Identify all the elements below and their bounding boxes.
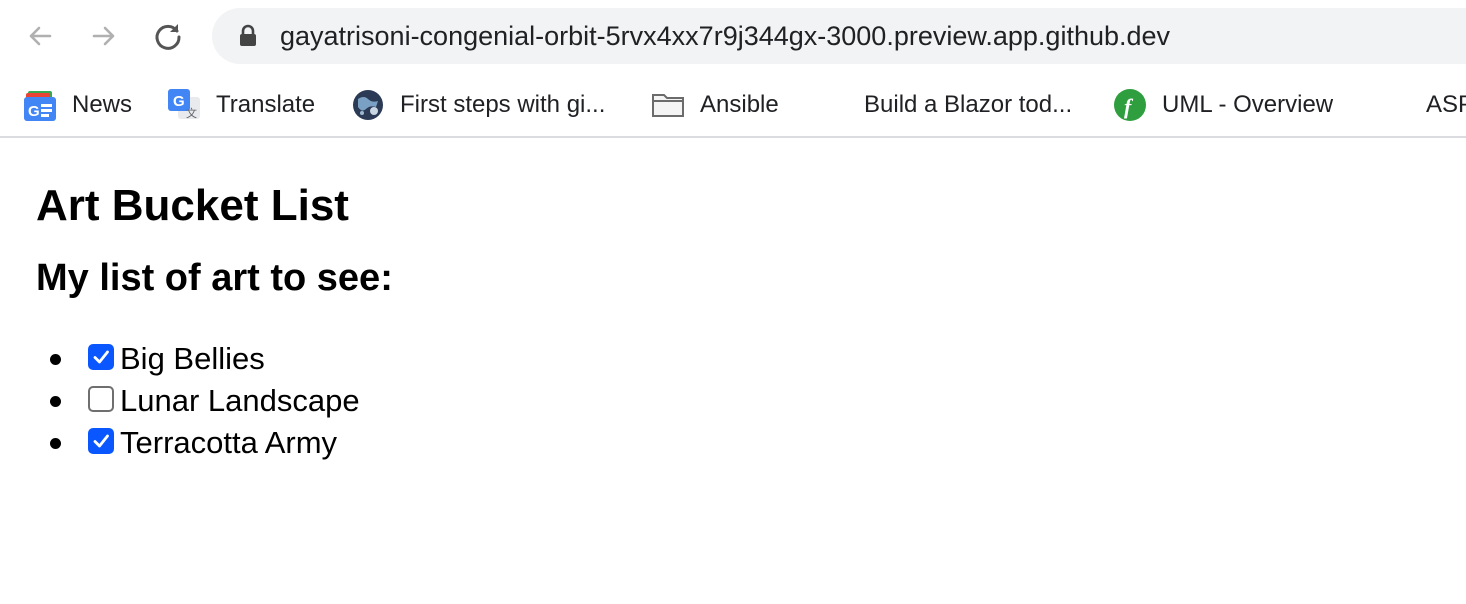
bookmark-label: UML - Overview — [1162, 91, 1334, 118]
bullet-point — [50, 437, 61, 449]
item-label: Lunar Landscape — [120, 383, 360, 418]
globe-icon — [352, 89, 384, 121]
url-text[interactable]: gayatrisoni-congenial-orbit-5rvx4xx7r9j3… — [280, 21, 1170, 52]
checkmark-icon — [93, 350, 109, 364]
bookmark-label: ASP — [1426, 91, 1466, 118]
list-item: Terracotta Army — [36, 422, 1466, 464]
bookmark-label: Ansible — [700, 91, 779, 118]
browser-toolbar: gayatrisoni-congenial-orbit-5rvx4xx7r9j3… — [0, 0, 1466, 72]
bookmark-label: Build a Blazor tod... — [864, 91, 1073, 118]
bookmark-label: News — [72, 91, 133, 118]
svg-text:文: 文 — [186, 106, 197, 120]
checkmark-icon — [93, 434, 109, 448]
item-label: Terracotta Army — [120, 425, 338, 460]
item-label: Big Bellies — [120, 341, 265, 376]
list-heading: My list of art to see: — [36, 257, 393, 299]
forward-button[interactable] — [82, 14, 126, 58]
microsoft-logo-icon — [1378, 89, 1410, 121]
forward-arrow-icon — [92, 26, 115, 46]
lock-icon[interactable] — [238, 24, 258, 48]
svg-text:G: G — [28, 103, 40, 120]
bookmarks-bar: G News G 文 Translate First steps with gi… — [0, 72, 1466, 138]
bookmark-ansible[interactable]: Ansible — [652, 88, 779, 122]
reload-icon — [155, 24, 181, 50]
reload-button[interactable] — [146, 14, 190, 58]
checkbox-lunar-landscape[interactable] — [88, 386, 114, 412]
list-item: Lunar Landscape — [36, 380, 1466, 422]
back-arrow-icon — [29, 26, 52, 46]
checkbox-terracotta-army[interactable] — [88, 428, 114, 454]
svg-text:G: G — [173, 93, 185, 110]
bullet-point — [50, 395, 61, 407]
art-list: Big Bellies Lunar Landscape Terracotta A… — [36, 338, 1466, 464]
address-bar[interactable]: gayatrisoni-congenial-orbit-5rvx4xx7r9j3… — [212, 8, 1466, 64]
page-content: Art Bucket List My list of art to see: B… — [0, 138, 1466, 464]
bookmark-label: Translate — [216, 91, 316, 118]
bookmark-uml[interactable]: f UML - Overview — [1114, 88, 1333, 122]
microsoft-logo-icon — [816, 89, 848, 121]
google-news-icon: G — [24, 89, 56, 121]
bookmark-blazor[interactable]: Build a Blazor tod... — [816, 88, 1072, 122]
list-item: Big Bellies — [36, 338, 1466, 380]
back-button[interactable] — [18, 14, 62, 58]
bookmark-first-steps[interactable]: First steps with gi... — [352, 88, 605, 122]
bookmark-news[interactable]: G News — [24, 88, 132, 122]
checkbox-big-bellies[interactable] — [88, 344, 114, 370]
bookmark-translate[interactable]: G 文 Translate — [168, 88, 315, 122]
uml-logo-icon: f — [1114, 89, 1146, 121]
bookmark-asp[interactable]: ASP — [1378, 88, 1466, 122]
bookmark-label: First steps with gi... — [400, 91, 606, 118]
google-translate-icon: G 文 — [168, 89, 200, 121]
folder-icon — [652, 89, 684, 121]
bullet-point — [50, 353, 61, 365]
page-title: Art Bucket List — [36, 181, 349, 230]
